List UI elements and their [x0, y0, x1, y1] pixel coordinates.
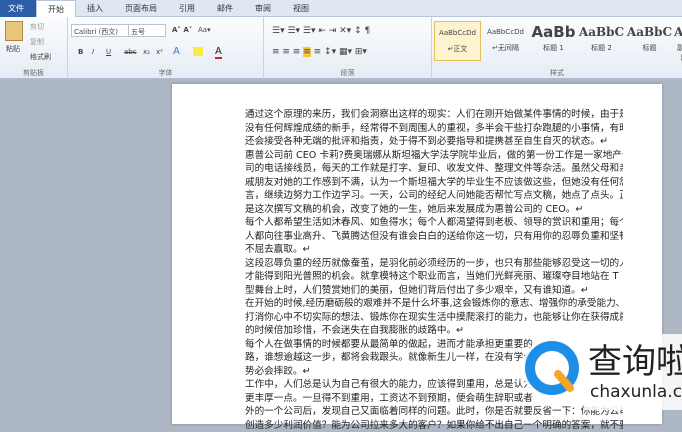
style-preview: AaB	[674, 21, 682, 43]
font-label: 字体	[68, 68, 263, 78]
highlight-icon[interactable]	[193, 47, 203, 56]
tab-references[interactable]: 引用	[168, 0, 206, 17]
document-line: 是这次撰写文稿的机会，改变了她的一生，她后来发展成为惠普公司的 CEO。↵	[245, 203, 623, 217]
style-name: 标题 2	[578, 43, 625, 53]
bold-button[interactable]: B	[78, 48, 83, 56]
change-case-button[interactable]: Aa▾	[198, 26, 211, 34]
style-name: ↵无间隔	[482, 43, 529, 53]
document-line: 戚朋友对她的工作感到不满，认为一个斯坦福大学的毕业生不应该做这些，但她没有任何怨	[245, 176, 623, 190]
paste-icon[interactable]	[5, 21, 23, 41]
copy-button[interactable]: 复制	[30, 37, 44, 47]
document-line: 打消你心中不切实际的想法、锻炼你在现实生活中摸爬滚打的能力，也能够让你在获得成就	[245, 311, 623, 325]
italic-button[interactable]: I	[92, 48, 94, 56]
watermark-text: 查询啦	[588, 334, 682, 383]
tab-view[interactable]: 视图	[282, 0, 320, 17]
tab-mailings[interactable]: 邮件	[206, 0, 244, 17]
style-preview: AaBbC	[626, 21, 673, 43]
document-line: 不屈去赢取。↵	[245, 243, 623, 257]
document-line: 人都向往事业高升、飞黄腾达但没有谁会白白的送给你这一切，只有用你的忍辱负重和坚韧	[245, 230, 623, 244]
document-line: 创造多少利润价值？能为公司拉来多大的客户？如果你给不出自己一个明确的答案，就不要	[245, 419, 623, 432]
document-line: 言，继续边努力工作边学习。一天，公司的经纪人问她能否帮忙写点文稿，她点了点头。正	[245, 189, 623, 203]
document-line: 通过这个原理的来历，我们会洞察出这样的现实：人们在刚开始做某件事情的时候，由于是	[245, 108, 623, 122]
tab-file[interactable]: 文件	[0, 0, 36, 17]
tab-review[interactable]: 审阅	[244, 0, 282, 17]
paragraph-group: ☰▾ ☰▾ ☰▾ ⇤ ⇥ ✕▾ ↕ ¶ ≡ ≡ ≡ ≡ ≡ ↕▾ ▦▾ ⊞▾ 段…	[264, 17, 432, 79]
style-preview: AaBb	[530, 21, 577, 43]
style-name: 标题	[626, 43, 673, 53]
clipboard-group: 粘贴 剪切 复制 格式刷 剪贴板	[0, 17, 68, 79]
subscript-button[interactable]: x₂	[143, 48, 150, 56]
style-heading-2[interactable]: AaBbC标题 2	[578, 21, 625, 61]
styles-label: 样式	[432, 68, 682, 78]
align-icons[interactable]: ≡ ≡ ≡ ≡ ≡ ↕▾ ▦▾ ⊞▾	[272, 47, 367, 57]
grow-font-button[interactable]: A˄ A˅	[172, 26, 192, 34]
document-line: 司的电话接线员，每天的工作就是打字、复印、收发文件、整理文件等杂活。虽然父母和亲	[245, 162, 623, 176]
bullets-icon[interactable]: ☰▾ ☰▾ ☰▾ ⇤ ⇥ ✕▾ ↕ ¶	[272, 26, 370, 36]
document-line: 才能得到阳光普照的机会。就拿模特这个职业而言，当她们光鲜亮丽、璀璨夺目地站在 T	[245, 270, 623, 284]
watermark-logo: 查询啦 chaxunla.com	[508, 330, 682, 414]
style-preview: AaBbCcDd	[435, 22, 480, 44]
document-line: 还会接受各种无端的批评和指责，处于得不到必要指导和提携甚至自生自灭的状态。↵	[245, 135, 623, 149]
document-line: 这段忍辱负重的经历就像蚕茧，是羽化前必须经历的一步，也只有那些能够忍受这一切的人	[245, 257, 623, 271]
font-name-select[interactable]: Calibri (西文)	[71, 24, 129, 37]
style-preview: AaBbCcDd	[482, 21, 529, 43]
style-subtitle[interactable]: AaB副标题	[674, 21, 682, 61]
font-color-icon[interactable]: A	[215, 46, 222, 59]
document-line: 惠普公司前 CEO 卡莉?费奥瑞娜从斯坦福大学法学院毕业后，做的第一份工作是一家…	[245, 149, 623, 163]
paste-button[interactable]: 粘贴	[6, 44, 20, 54]
strikethrough-button[interactable]: abc	[124, 48, 137, 56]
watermark-url: chaxunla.com	[590, 382, 682, 402]
style-heading-1[interactable]: AaBb标题 1	[530, 21, 577, 61]
tab-home[interactable]: 开始	[36, 0, 76, 17]
format-painter-button[interactable]: 格式刷	[30, 52, 51, 62]
text-effects-icon[interactable]: A	[173, 46, 180, 57]
styles-group: AaBbCcDd↵正文 AaBbCcDd↵无间隔 AaBb标题 1 AaBbC标…	[432, 17, 682, 79]
font-group: Calibri (西文) 五号 A˄ A˅ Aa▾ B I U abc x₂ x…	[68, 17, 264, 79]
document-line: 每个人都希望生活如沐春风、如鱼得水；每个人都渴望得到老板、领导的赏识和重用；每个	[245, 216, 623, 230]
cut-button[interactable]: 剪切	[30, 22, 44, 32]
font-size-select[interactable]: 五号	[128, 24, 166, 37]
style-title[interactable]: AaBbC标题	[626, 21, 673, 61]
style-name: 副标题	[674, 43, 682, 61]
ribbon-tabs: 文件 开始 插入 页面布局 引用 邮件 审阅 视图	[0, 0, 682, 17]
superscript-button[interactable]: x²	[156, 48, 163, 56]
document-line: 型舞台上时，人们赞赏她们的美丽，但她们背后付出了多少艰辛，又有谁知道。↵	[245, 284, 623, 298]
style-no-spacing[interactable]: AaBbCcDd↵无间隔	[482, 21, 529, 61]
paragraph-label: 段落	[264, 68, 431, 78]
style-normal[interactable]: AaBbCcDd↵正文	[434, 21, 481, 61]
style-name: 标题 1	[530, 43, 577, 53]
style-name: ↵正文	[435, 44, 480, 54]
tab-insert[interactable]: 插入	[76, 0, 114, 17]
document-line: 在开始的时候,经历磨砺般的艰难并不是什么坏事,这会锻炼你的意志、增强你的承受能力…	[245, 297, 623, 311]
underline-button[interactable]: U	[106, 48, 111, 56]
document-line: 没有任何辉煌成绩的新手，经常得不到周围人的重视，多半会干些打杂跑腿的小事情，有时	[245, 122, 623, 136]
ribbon: 粘贴 剪切 复制 格式刷 剪贴板 Calibri (西文) 五号 A˄ A˅ A…	[0, 17, 682, 79]
clipboard-label: 剪贴板	[0, 68, 67, 78]
style-preview: AaBbC	[578, 21, 625, 43]
tab-page-layout[interactable]: 页面布局	[114, 0, 168, 17]
